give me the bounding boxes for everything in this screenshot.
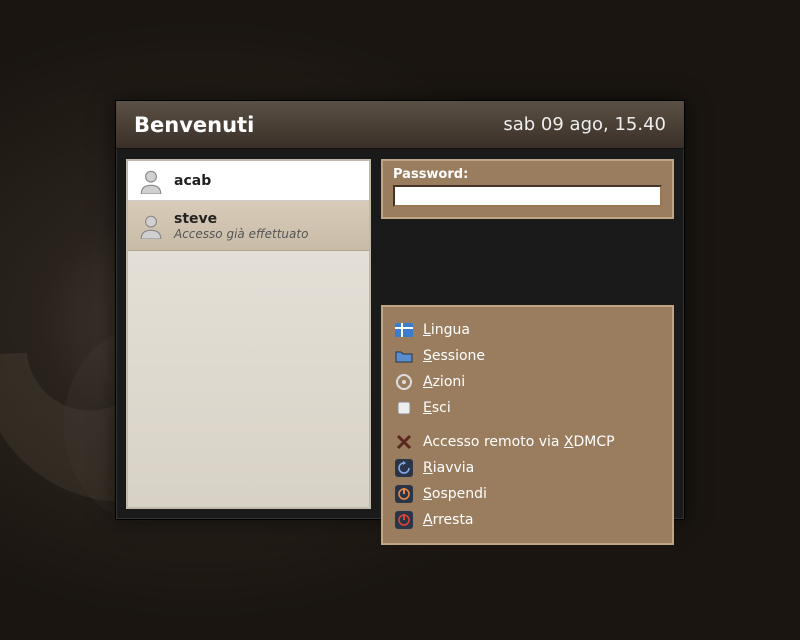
quit-button[interactable]: Esci: [395, 395, 660, 421]
action-label: Sessione: [423, 348, 485, 364]
flag-icon: [395, 321, 413, 339]
content-area: acab steve Accesso già effettuato Passwo…: [116, 149, 684, 519]
actions-menu[interactable]: Azioni: [395, 369, 660, 395]
password-box: Password:: [381, 159, 674, 219]
password-label: Password:: [393, 167, 662, 182]
action-label: Azioni: [423, 374, 465, 390]
remote-login-button[interactable]: Accesso remoto via XDMCP: [395, 429, 660, 455]
user-item-steve[interactable]: steve Accesso già effettuato: [128, 201, 369, 251]
restart-icon: [395, 459, 413, 477]
user-item-acab[interactable]: acab: [128, 161, 369, 201]
action-label: Arresta: [423, 512, 474, 528]
action-label: LLinguaingua: [423, 322, 470, 338]
suspend-button[interactable]: Sospendi: [395, 481, 660, 507]
suspend-icon: [395, 485, 413, 503]
remote-icon: [395, 433, 413, 451]
shutdown-icon: [395, 511, 413, 529]
password-input[interactable]: [393, 185, 662, 207]
datetime-text: sab 09 ago, 15.40: [503, 114, 666, 135]
action-label: Accesso remoto via XDMCP: [423, 434, 615, 450]
shutdown-button[interactable]: Arresta: [395, 507, 660, 533]
login-window: Benvenuti sab 09 ago, 15.40 acab stev: [115, 100, 685, 520]
right-panel: Password: LLinguaingua Sessione: [381, 159, 674, 509]
quit-icon: [395, 399, 413, 417]
header: Benvenuti sab 09 ago, 15.40: [116, 101, 684, 149]
language-menu[interactable]: LLinguaingua: [395, 317, 660, 343]
folder-icon: [395, 347, 413, 365]
user-list: acab steve Accesso già effettuato: [126, 159, 371, 509]
action-label: Riavvia: [423, 460, 474, 476]
user-icon: [138, 168, 164, 194]
session-menu[interactable]: Sessione: [395, 343, 660, 369]
gear-icon: [395, 373, 413, 391]
user-name-label: acab: [174, 173, 211, 189]
user-status-label: Accesso già effettuato: [174, 227, 308, 241]
restart-button[interactable]: Riavvia: [395, 455, 660, 481]
user-name-label: steve: [174, 211, 308, 227]
action-label: Sospendi: [423, 486, 487, 502]
action-label: Esci: [423, 400, 451, 416]
user-icon: [138, 213, 164, 239]
welcome-text: Benvenuti: [134, 113, 254, 137]
actions-panel: LLinguaingua Sessione Azioni: [381, 305, 674, 545]
